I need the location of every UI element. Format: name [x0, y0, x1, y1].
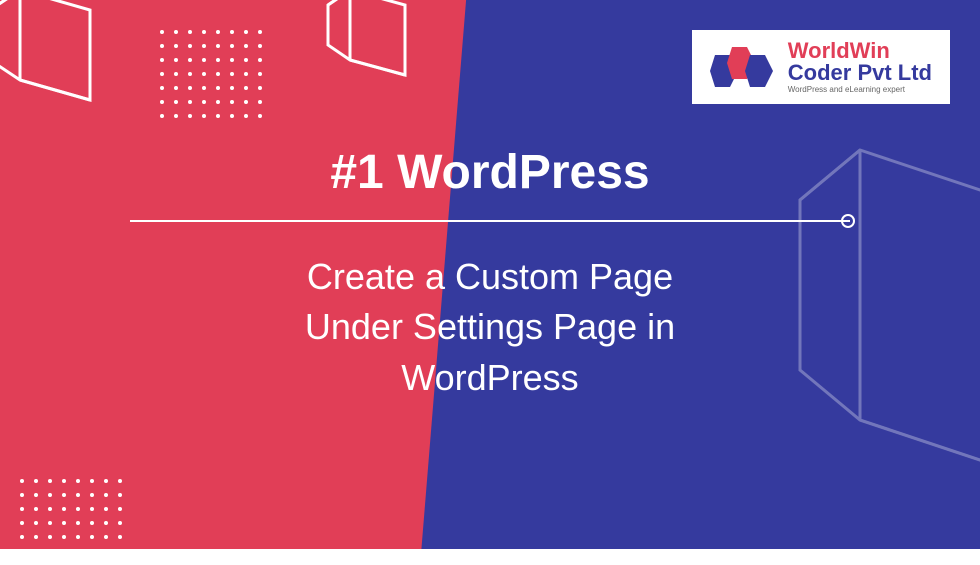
dots-decoration-icon	[160, 30, 262, 118]
divider-line	[130, 220, 850, 222]
logo-line1: WorldWin	[788, 40, 932, 62]
main-heading: #1 WordPress	[0, 145, 980, 200]
banner: WorldWin Coder Pvt Ltd WordPress and eLe…	[0, 0, 980, 549]
logo-mark-icon	[710, 47, 780, 87]
logo-line2: Coder Pvt Ltd	[788, 62, 932, 84]
logo-text: WorldWin Coder Pvt Ltd WordPress and eLe…	[788, 40, 932, 94]
subheading-line2: Under Settings Page in	[0, 302, 980, 352]
logo-tagline: WordPress and eLearning expert	[788, 86, 932, 94]
hexagon-decoration-icon	[0, 0, 120, 155]
subheading-line3: WordPress	[0, 353, 980, 403]
hexagon-decoration-icon	[320, 0, 420, 120]
dots-decoration-icon	[20, 479, 122, 539]
subheading: Create a Custom Page Under Settings Page…	[0, 252, 980, 403]
main-content: #1 WordPress Create a Custom Page Under …	[0, 145, 980, 403]
subheading-line1: Create a Custom Page	[0, 252, 980, 302]
company-logo: WorldWin Coder Pvt Ltd WordPress and eLe…	[692, 30, 950, 104]
